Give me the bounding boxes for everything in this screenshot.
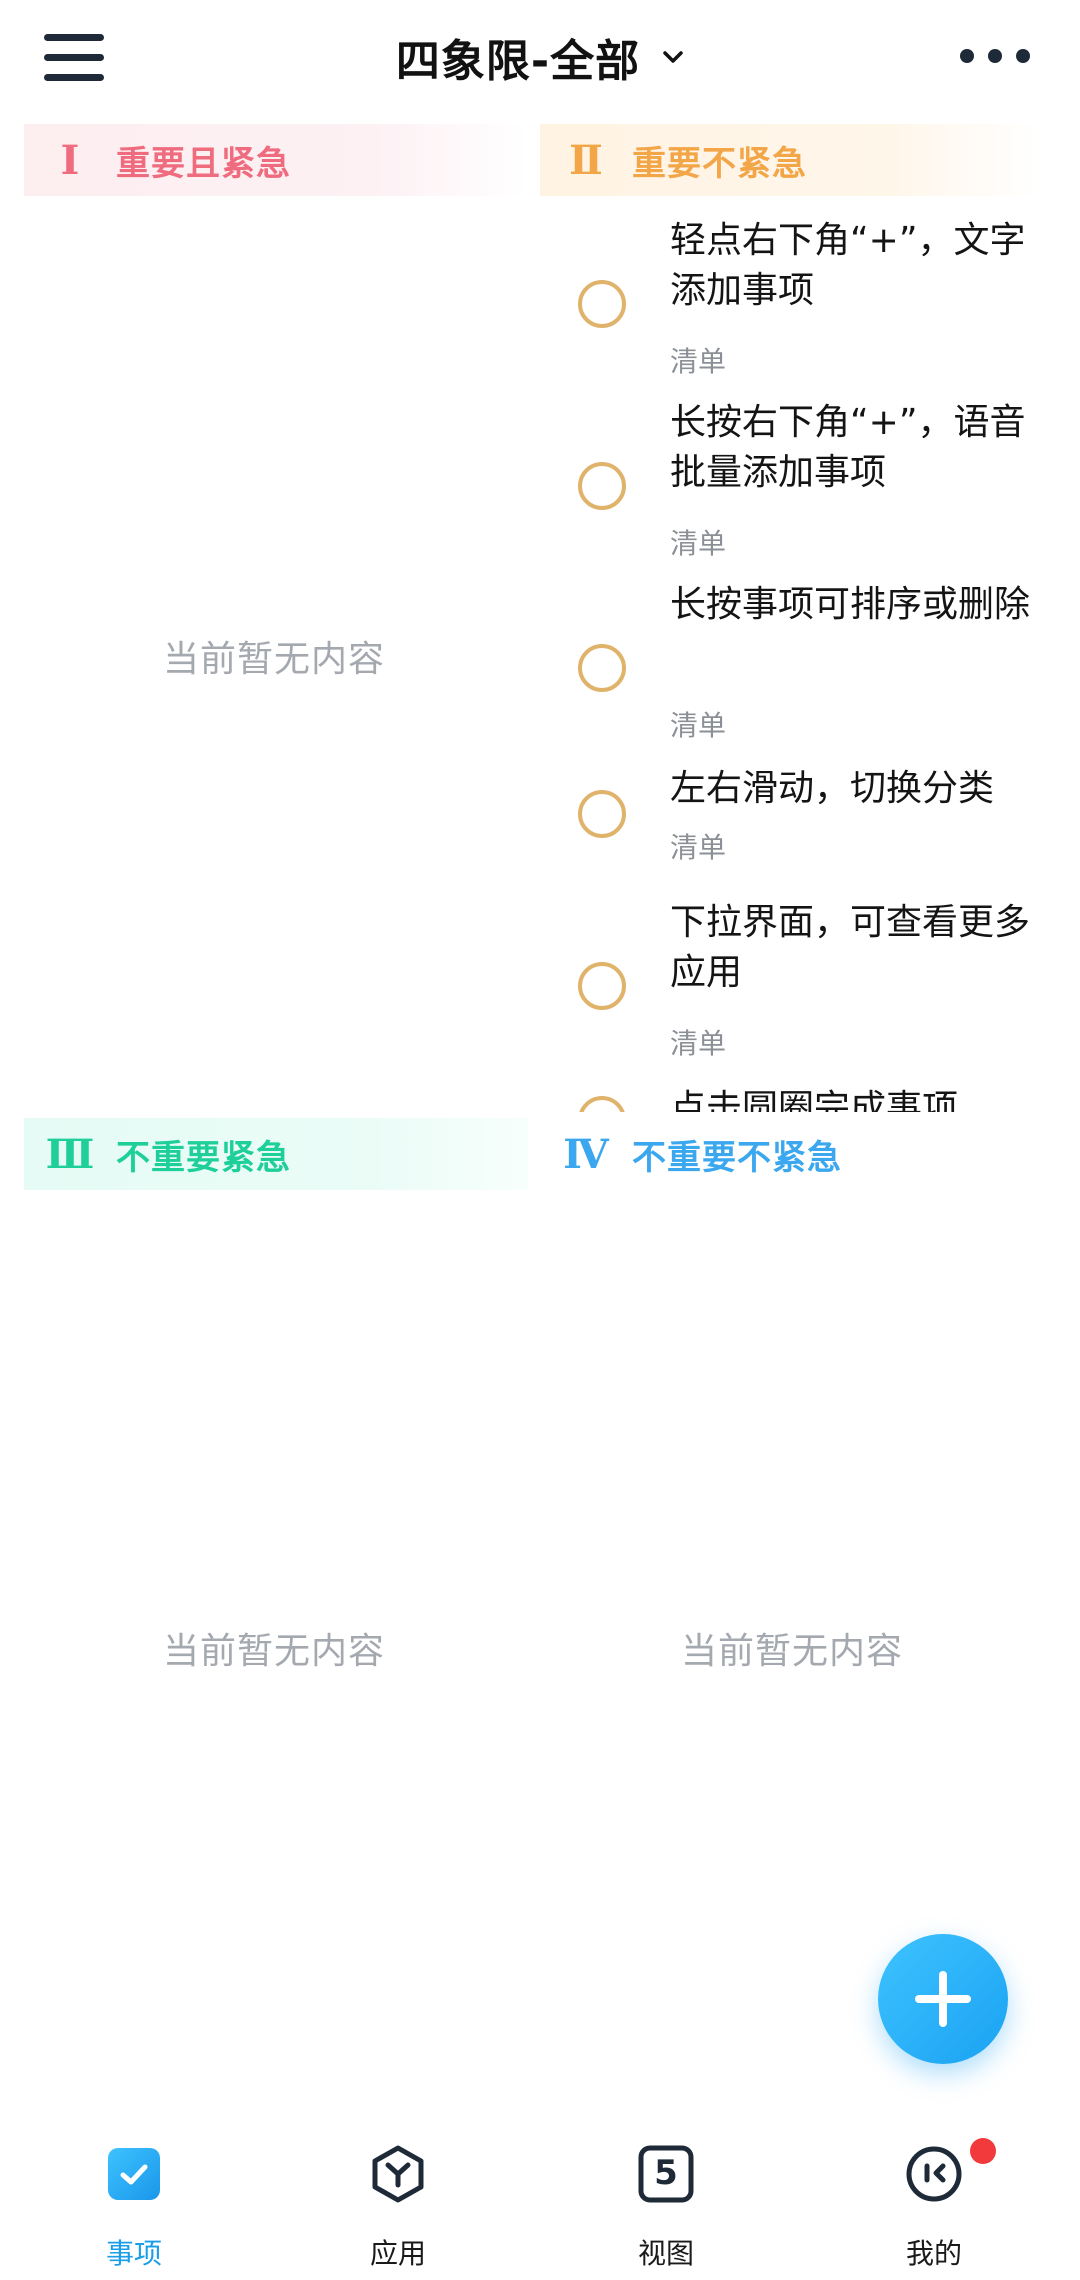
nav-tab-apps[interactable]: 应用 [298, 2144, 498, 2270]
top-bar: 四象限-全部 [0, 0, 1080, 115]
quadrant-3-empty-text: 当前暂无内容 [162, 1631, 385, 1672]
complete-circle-icon[interactable] [578, 962, 626, 1010]
quadrant-1-label: 重要且紧急 [116, 143, 291, 184]
list-item[interactable]: 点击圆圈完成事项 [556, 1084, 1050, 1112]
complete-circle-icon[interactable] [578, 1096, 626, 1112]
list-item[interactable]: 长按右下角“+”，语音批量添加事项 清单 [556, 398, 1050, 560]
view-day-number: 5 [654, 2153, 678, 2193]
quadrant-2-numeral: Ⅱ [569, 136, 603, 184]
nav-tab-mine[interactable]: 我的 [834, 2138, 1034, 2270]
task-list-name: 清单 [670, 1027, 727, 1060]
apps-hexagon-icon [372, 2145, 424, 2203]
task-title: 轻点右下角“+”，文字添加事项 [670, 220, 1026, 311]
task-list-name: 清单 [670, 345, 727, 378]
quadrant-1-header[interactable]: Ⅰ 重要且紧急 [24, 124, 528, 196]
profile-face-icon [906, 2146, 962, 2202]
bottom-nav: 事项 应用 5 视图 我的 [0, 2120, 1080, 2280]
quadrant-2-task-list[interactable]: 轻点右下角“+”，文字添加事项 清单 长按右下角“+”，语音批量添加事项 清单 … [556, 200, 1050, 1112]
nav-label: 视图 [637, 2237, 694, 2270]
quadrant-3-label: 不重要紧急 [116, 1137, 291, 1178]
app-root: 四象限-全部 Ⅰ 重要且紧急 当前暂无内容 Ⅱ 重要不紧急 轻点右下角“+”，文… [0, 0, 1080, 2280]
task-list-name: 清单 [670, 709, 727, 742]
list-item[interactable]: 左右滑动，切换分类 清单 [556, 764, 1050, 876]
nav-tab-items[interactable]: 事项 [34, 2144, 234, 2270]
chevron-down-icon [663, 51, 683, 63]
view-switcher[interactable]: 四象限-全部 [320, 22, 760, 92]
task-title: 长按右下角“+”，语音批量添加事项 [670, 402, 1026, 493]
complete-circle-icon[interactable] [578, 280, 626, 328]
quadrant-3-header[interactable]: Ⅲ 不重要紧急 [24, 1118, 528, 1190]
add-item-button[interactable] [878, 1934, 1008, 2064]
nav-label: 事项 [105, 2237, 162, 2270]
complete-circle-icon[interactable] [578, 644, 626, 692]
quadrant-4-header[interactable]: Ⅳ 不重要不紧急 [540, 1118, 1040, 1190]
quadrant-2-label: 重要不紧急 [632, 143, 807, 184]
quadrant-2-header[interactable]: Ⅱ 重要不紧急 [540, 124, 1040, 196]
task-title: 下拉界面，可查看更多应用 [670, 902, 1031, 993]
page-title: 四象限-全部 [395, 36, 641, 87]
quadrant-4-label: 不重要不紧急 [632, 1137, 842, 1178]
nav-label: 应用 [369, 2237, 426, 2270]
task-title: 点击圆圈完成事项 [670, 1088, 959, 1112]
more-dots-icon[interactable] [960, 36, 1030, 76]
quadrant-4-numeral: Ⅳ [563, 1130, 609, 1178]
complete-circle-icon[interactable] [578, 462, 626, 510]
task-title: 左右滑动，切换分类 [670, 768, 995, 809]
quadrant-1-empty-text: 当前暂无内容 [162, 639, 385, 680]
task-list-name: 清单 [670, 831, 727, 864]
quadrant-4-empty-text: 当前暂无内容 [680, 1631, 903, 1672]
quadrant-1-numeral: Ⅰ [60, 136, 80, 184]
quadrant-3-numeral: Ⅲ [45, 1130, 95, 1178]
task-list-name: 清单 [670, 527, 727, 560]
nav-label: 我的 [905, 2237, 962, 2270]
hamburger-menu-icon[interactable] [40, 30, 110, 86]
nav-tab-view[interactable]: 5 视图 [566, 2144, 766, 2270]
task-title: 长按事项可排序或删除 [670, 584, 1031, 625]
checkbox-icon [108, 2148, 160, 2200]
notification-badge [970, 2138, 996, 2164]
complete-circle-icon[interactable] [578, 790, 626, 838]
list-item[interactable]: 长按事项可排序或删除 清单 [556, 580, 1050, 742]
list-item[interactable]: 轻点右下角“+”，文字添加事项 清单 [556, 216, 1050, 378]
list-item[interactable]: 下拉界面，可查看更多应用 清单 [556, 898, 1050, 1060]
